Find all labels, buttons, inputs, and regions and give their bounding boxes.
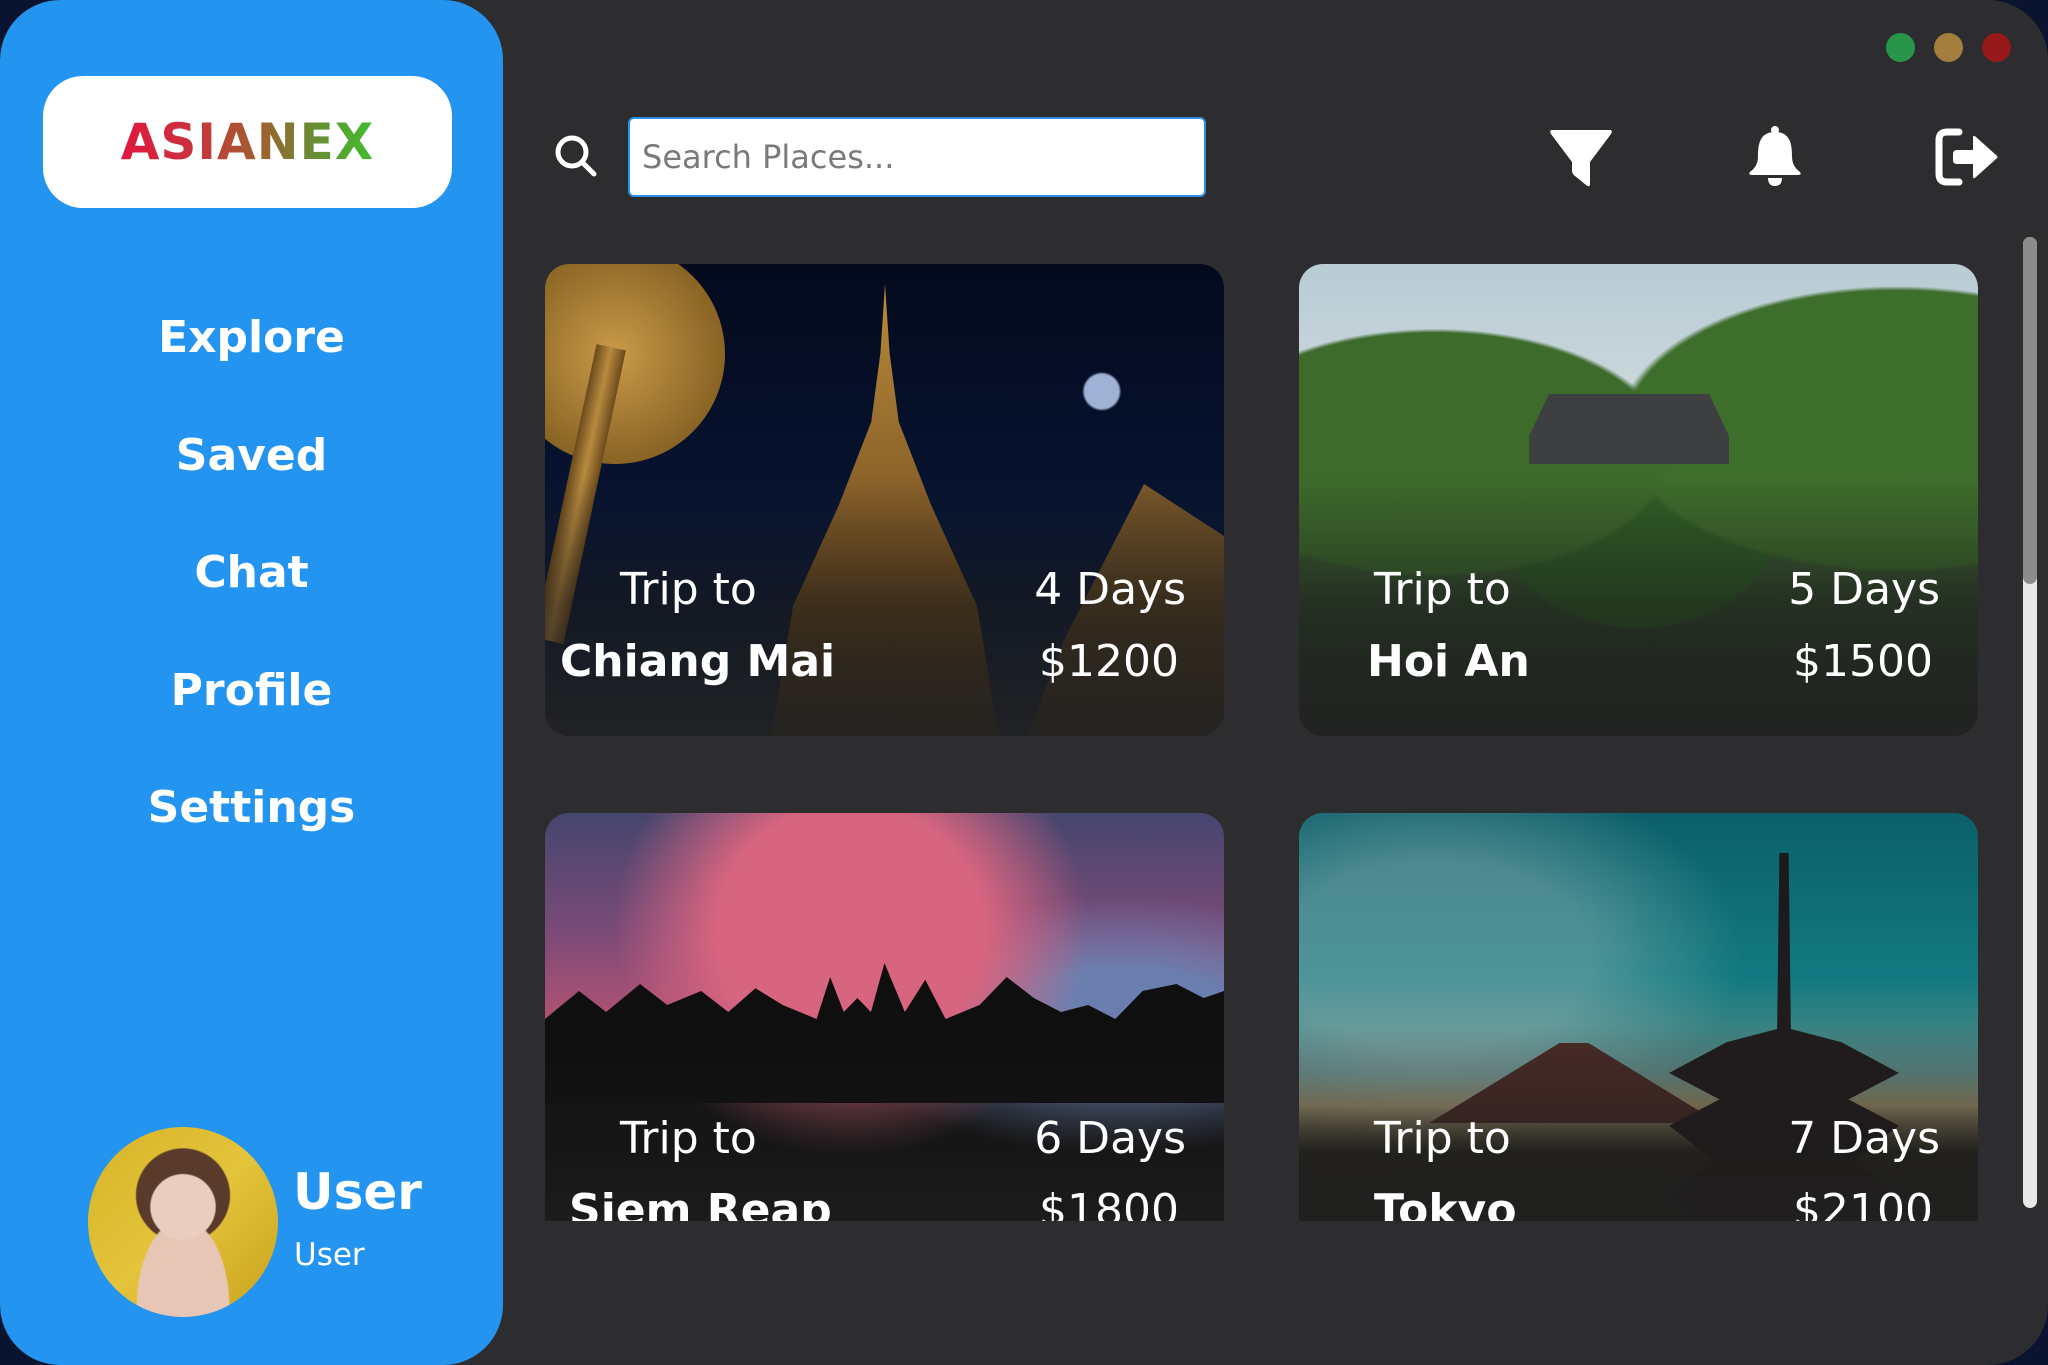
avatar[interactable] (88, 1127, 278, 1317)
sidebar-item-profile[interactable]: Profile (0, 653, 503, 771)
sidebar-item-saved[interactable]: Saved (0, 418, 503, 536)
logo[interactable]: ASIANEX (43, 76, 452, 208)
trip-prefix: Trip to (1374, 564, 1511, 615)
trip-prefix: Trip to (1374, 1113, 1511, 1164)
trip-price: $1800 (1039, 1185, 1179, 1221)
trip-prefix: Trip to (620, 564, 757, 615)
minimize-button[interactable] (1934, 33, 1963, 62)
app-window: ASIANEX Explore Saved Chat Profile Setti… (0, 0, 2048, 1365)
sidebar-nav: Explore Saved Chat Profile Settings (0, 300, 503, 888)
scrollbar-thumb[interactable] (2023, 237, 2037, 584)
trip-price: $1500 (1793, 636, 1933, 687)
trip-prefix: Trip to (620, 1113, 757, 1164)
trip-card[interactable]: Trip to Chiang Mai 4 Days $1200 (545, 264, 1224, 736)
trip-card[interactable]: Trip to Siem Reap 6 Days $1800 (545, 813, 1224, 1221)
trip-place: Hoi An (1367, 636, 1530, 687)
logo-text: ASIANEX (120, 113, 375, 171)
trips-grid: Trip to Chiang Mai 4 Days $1200 Trip to … (530, 240, 2000, 1221)
trip-duration: 6 Days (1034, 1113, 1186, 1164)
user-profile[interactable]: User User (88, 1127, 488, 1317)
search-input[interactable] (628, 117, 1206, 197)
trip-duration: 5 Days (1788, 564, 1940, 615)
trip-place: Siem Reap (569, 1185, 832, 1221)
trip-price: $2100 (1793, 1185, 1933, 1221)
trip-duration: 4 Days (1034, 564, 1186, 615)
search-icon[interactable] (551, 131, 601, 181)
bell-icon[interactable] (1740, 124, 1810, 190)
sidebar-item-chat[interactable]: Chat (0, 535, 503, 653)
trip-price: $1200 (1039, 636, 1179, 687)
trip-card[interactable]: Trip to Tokyo 7 Days $2100 (1299, 813, 1978, 1221)
maximize-button[interactable] (1886, 33, 1915, 62)
sidebar-item-settings[interactable]: Settings (0, 770, 503, 888)
trip-card[interactable]: Trip to Hoi An 5 Days $1500 (1299, 264, 1978, 736)
trip-place: Chiang Mai (560, 636, 836, 687)
sidebar-item-explore[interactable]: Explore (0, 300, 503, 418)
user-role: User (294, 1237, 365, 1273)
logout-icon[interactable] (1933, 124, 2003, 190)
trip-place: Tokyo (1374, 1185, 1517, 1221)
sidebar: ASIANEX Explore Saved Chat Profile Setti… (0, 0, 503, 1365)
close-button[interactable] (1982, 33, 2011, 62)
user-name: User (293, 1163, 422, 1221)
filter-icon[interactable] (1546, 124, 1616, 190)
trip-duration: 7 Days (1788, 1113, 1940, 1164)
